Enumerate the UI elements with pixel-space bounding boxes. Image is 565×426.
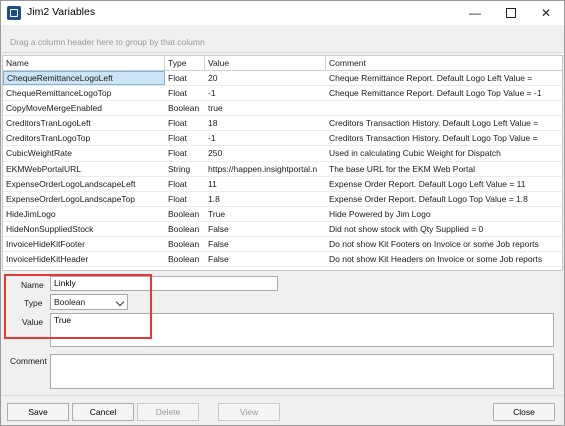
chevron-down-icon (115, 297, 125, 307)
table-row[interactable]: ExpenseOrderLogoLandscapeTop Float 1.8 Expe… (3, 192, 562, 207)
cell-value[interactable]: 20 (205, 71, 326, 85)
variables-window: Jim2 Variables — ✕ Drag a column header … (0, 0, 565, 426)
cell-comment[interactable]: The base URL for the EKM Web Portal (326, 162, 562, 176)
cell-name[interactable]: InvoiceHideKitFooter (3, 237, 165, 251)
cell-type[interactable]: Boolean (165, 237, 205, 251)
group-by-hint: Drag a column header here to group by th… (10, 37, 205, 47)
cell-name[interactable]: HideJimLogo (3, 207, 165, 221)
cell-name[interactable]: HideNonSuppliedStock (3, 222, 165, 236)
cell-comment[interactable] (326, 101, 562, 115)
button-bar: Save Cancel Delete View Close (2, 395, 563, 425)
cell-type[interactable]: Boolean (165, 207, 205, 221)
name-label: Name (21, 280, 44, 290)
cell-type[interactable]: String (165, 162, 205, 176)
cell-type[interactable]: Boolean (165, 252, 205, 266)
cell-comment[interactable]: Cheque Remittance Report. Default Logo L… (326, 71, 562, 85)
cell-type[interactable]: Float (165, 131, 205, 145)
column-header-name[interactable]: Name (3, 56, 165, 70)
table-row[interactable]: CreditorsTranLogoLeft Float 18 Creditors Tr… (3, 116, 562, 132)
cell-value[interactable]: https://happen.insightportal.n (205, 162, 326, 176)
cell-comment[interactable]: Do not show Kit Footers on Invoice or so… (326, 237, 562, 251)
table-row[interactable]: CubicWeightRate Float 250 Used in calculati… (3, 146, 562, 162)
maximize-icon (506, 8, 516, 18)
window-title: Jim2 Variables (27, 6, 96, 18)
cell-type[interactable]: Float (165, 71, 205, 85)
group-by-panel[interactable]: Drag a column header here to group by th… (2, 26, 561, 53)
cell-comment[interactable]: Used in calculating Cubic Weight for Dis… (326, 146, 562, 160)
table-row[interactable]: ExpenseOrderLogoLandscapeLeft Float 11 Expe… (3, 177, 562, 192)
delete-button[interactable]: Delete (137, 403, 199, 421)
comment-field[interactable] (50, 354, 554, 389)
cell-value[interactable]: true (205, 101, 326, 115)
grid-rows: ChequeRemittanceLogoLeft Float 20 Cheque Re… (3, 71, 562, 270)
table-row[interactable]: CopyMoveMergeEnabled Boolean true (3, 101, 562, 117)
type-select-value: Boolean (54, 297, 86, 307)
cell-type[interactable]: Float (165, 86, 205, 100)
cell-value[interactable]: False (205, 237, 326, 251)
table-row[interactable]: HideJimLogo Boolean True Hide Powered by Ji… (3, 207, 562, 222)
table-row[interactable]: InvoiceHideKitFooter Boolean False Do not s… (3, 237, 562, 253)
cell-name[interactable]: ChequeRemittanceLogoTop (3, 86, 165, 100)
value-field[interactable]: True (50, 313, 554, 347)
table-row[interactable]: ChequeRemittanceLogoLeft Float 20 Cheque Re… (3, 71, 562, 87)
title-bar: Jim2 Variables — ✕ (1, 1, 564, 25)
table-row[interactable]: HideNonSuppliedStock Boolean False Did not … (3, 222, 562, 238)
detail-panel: Name Linkly Type Boolean Value True Comm… (2, 271, 563, 393)
cell-type[interactable]: Float (165, 177, 205, 191)
cell-value[interactable]: False (205, 222, 326, 236)
cell-comment[interactable]: Do not show Kit Headers on Invoice or so… (326, 252, 562, 266)
value-label: Value (22, 317, 44, 327)
cell-type[interactable]: Float (165, 192, 205, 206)
close-button[interactable]: Close (493, 403, 555, 421)
minimize-button[interactable]: — (457, 1, 493, 25)
cell-value[interactable]: 11 (205, 177, 326, 191)
cell-comment[interactable]: Expense Order Report. Default Logo Top V… (326, 192, 562, 206)
close-window-button[interactable]: ✕ (528, 1, 564, 25)
cell-value[interactable]: -1 (205, 131, 326, 145)
cell-name[interactable]: ChequeRemittanceLogoLeft (3, 71, 165, 85)
cell-type[interactable]: Float (165, 146, 205, 160)
cell-value[interactable]: 1.8 (205, 192, 326, 206)
cell-type[interactable]: Boolean (165, 222, 205, 236)
cell-name[interactable]: EKMWebPortalURL (3, 162, 165, 176)
comment-label: Comment (10, 356, 47, 366)
cell-name[interactable]: ExpenseOrderLogoLandscapeLeft (3, 177, 165, 191)
cell-value[interactable]: False (205, 252, 326, 266)
cancel-button[interactable]: Cancel (72, 403, 134, 421)
cell-comment[interactable]: Creditors Transaction History. Default L… (326, 131, 562, 145)
name-field[interactable]: Linkly (50, 276, 278, 291)
cell-comment[interactable]: Cheque Remittance Report. Default Logo T… (326, 86, 562, 100)
cell-value[interactable]: 250 (205, 146, 326, 160)
cell-name[interactable]: ExpenseOrderLogoLandscapeTop (3, 192, 165, 206)
cell-name[interactable]: CreditorsTranLogoTop (3, 131, 165, 145)
table-row[interactable]: CreditorsTranLogoTop Float -1 Creditors Tra… (3, 131, 562, 147)
cell-name[interactable]: InvoiceHideKitHeader (3, 252, 165, 266)
table-row[interactable]: EKMWebPortalURL String https://happen.insi… (3, 162, 562, 177)
variables-grid[interactable]: Name Type Value Comment ChequeRemittance… (2, 55, 563, 271)
maximize-button[interactable] (493, 1, 529, 25)
view-button[interactable]: View (218, 403, 280, 421)
cell-value[interactable]: True (205, 207, 326, 221)
cell-comment[interactable]: Expense Order Report. Default Logo Left … (326, 177, 562, 191)
cell-comment[interactable]: Creditors Transaction History. Default L… (326, 116, 562, 130)
table-row[interactable]: InvoiceHideKitHeader Boolean False Do not s… (3, 252, 562, 268)
cell-name[interactable]: CopyMoveMergeEnabled (3, 101, 165, 115)
column-header-type[interactable]: Type (165, 56, 205, 70)
type-label: Type (24, 298, 43, 308)
type-select[interactable]: Boolean (50, 294, 128, 310)
table-row[interactable]: ChequeRemittanceLogoTop Float -1 Cheque Rem… (3, 86, 562, 102)
save-button[interactable]: Save (7, 403, 69, 421)
cell-type[interactable]: Boolean (165, 101, 205, 115)
cell-comment[interactable]: Hide Powered by Jim Logo (326, 207, 562, 221)
column-header-comment[interactable]: Comment (326, 56, 562, 70)
app-icon (7, 6, 21, 20)
cell-name[interactable]: CreditorsTranLogoLeft (3, 116, 165, 130)
cell-type[interactable]: Float (165, 116, 205, 130)
cell-comment[interactable]: Did not show stock with Qty Supplied = 0 (326, 222, 562, 236)
grid-header: Name Type Value Comment (3, 56, 562, 71)
column-header-value[interactable]: Value (205, 56, 326, 70)
cell-value[interactable]: -1 (205, 86, 326, 100)
cell-value[interactable]: 18 (205, 116, 326, 130)
cell-name[interactable]: CubicWeightRate (3, 146, 165, 160)
